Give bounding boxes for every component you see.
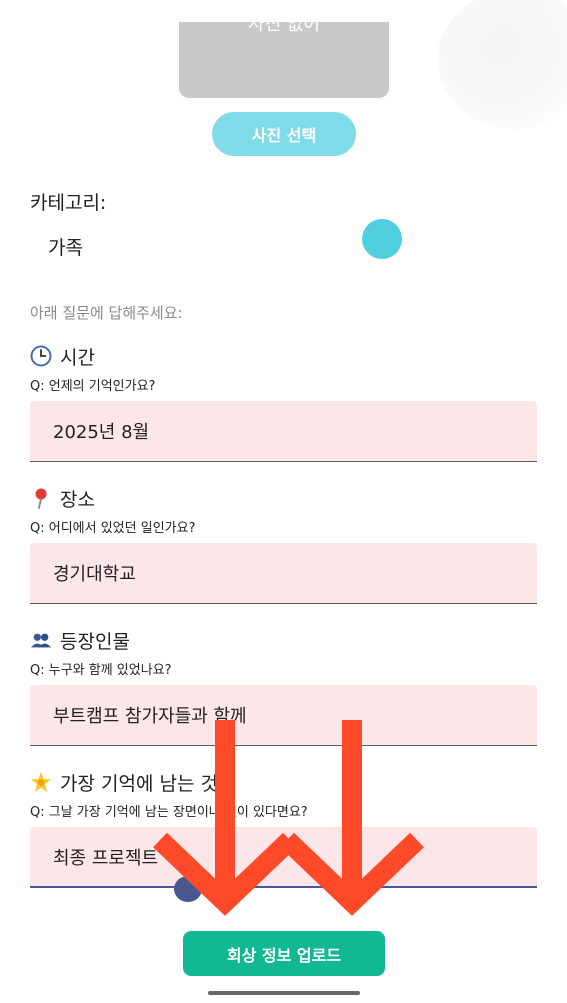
question-title-row: 장소 — [30, 483, 537, 513]
decorative-flower — [437, 0, 567, 130]
photo-preview: 사진 없어 — [179, 22, 389, 98]
select-photo-button[interactable]: 사진 선택 — [212, 112, 356, 156]
category-toggle-dot[interactable] — [362, 219, 402, 259]
clock-icon — [30, 345, 52, 367]
screen: 사진 없어 사진 선택 카테고리: 가족 아래 질문에 답해주세요: 시간 Q:… — [0, 0, 567, 1003]
question-text: Q: 어디에서 있었던 일인가요? — [30, 521, 196, 536]
question-title: 장소 — [60, 488, 95, 511]
question-text: Q: 그날 가장 기억에 남는 장면이나 일이 있다면요? — [30, 805, 308, 820]
question-memorable: 가장 기억에 남는 것 Q: 그날 가장 기억에 남는 장면이나 일이 있다면요… — [30, 767, 537, 888]
question-title-row: 시간 — [30, 341, 537, 371]
photo-placeholder-text: 사진 없어 — [248, 22, 320, 35]
pin-icon — [30, 487, 52, 509]
star-icon — [30, 771, 52, 793]
question-text: Q: 누구와 함께 있었나요? — [30, 663, 172, 678]
question-title-row: 가장 기억에 남는 것 — [30, 767, 537, 797]
text-cursor-handle[interactable] — [174, 876, 202, 902]
question-title: 가장 기억에 남는 것 — [60, 772, 218, 795]
instruction-text: 아래 질문에 답해주세요: — [30, 304, 183, 322]
memorable-answer-input[interactable]: 최종 프로젝트 — [30, 827, 537, 888]
question-text: Q: 언제의 기억인가요? — [30, 379, 156, 394]
category-dropdown[interactable]: 가족 — [48, 233, 83, 260]
home-indicator[interactable] — [208, 991, 360, 995]
question-people: 등장인물 Q: 누구와 함께 있었나요? 부트캠프 참가자들과 함께 — [30, 625, 537, 746]
people-answer-input[interactable]: 부트캠프 참가자들과 함께 — [30, 685, 537, 746]
question-title: 시간 — [60, 346, 95, 369]
place-answer-input[interactable]: 경기대학교 — [30, 543, 537, 604]
upload-memory-button[interactable]: 회상 정보 업로드 — [183, 931, 385, 976]
question-time: 시간 Q: 언제의 기억인가요? 2025년 8월 — [30, 341, 537, 462]
category-label: 카테고리: — [30, 192, 107, 214]
question-place: 장소 Q: 어디에서 있었던 일인가요? 경기대학교 — [30, 483, 537, 604]
people-icon — [30, 629, 52, 651]
time-answer-input[interactable]: 2025년 8월 — [30, 401, 537, 462]
question-title-row: 등장인물 — [30, 625, 537, 655]
question-title: 등장인물 — [60, 630, 130, 653]
